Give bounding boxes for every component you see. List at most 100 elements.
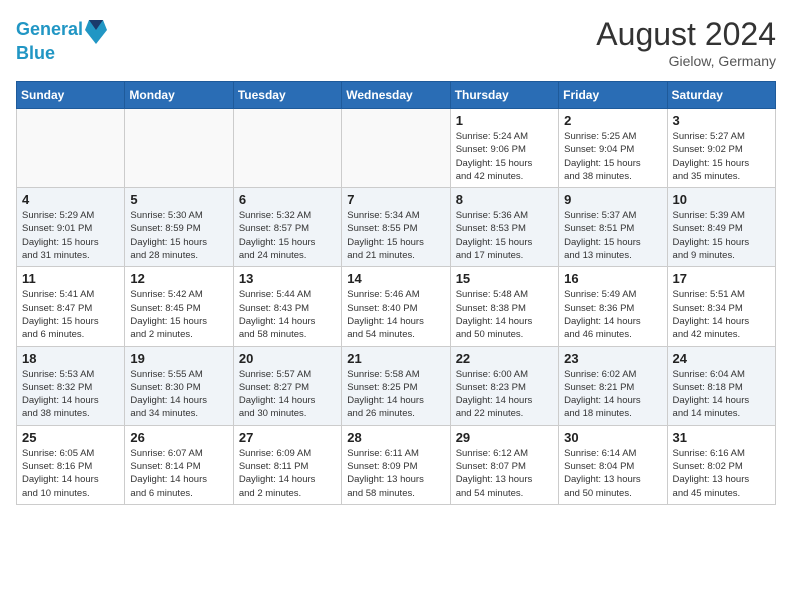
day-info: Sunrise: 5:37 AM Sunset: 8:51 PM Dayligh… [564,209,661,262]
day-number: 23 [564,351,661,366]
day-number: 15 [456,271,553,286]
day-number: 22 [456,351,553,366]
logo-text: General Blue [16,16,109,64]
day-number: 7 [347,192,444,207]
calendar-cell: 27 Sunrise: 6:09 AM Sunset: 8:11 PM Dayli… [233,425,341,504]
day-number: 19 [130,351,227,366]
calendar-cell: 30 Sunrise: 6:14 AM Sunset: 8:04 PM Dayli… [559,425,667,504]
calendar-cell: 9Sunrise: 5:37 AM Sunset: 8:51 PM Daylig… [559,188,667,267]
day-info: Sunrise: 6:07 AM Sunset: 8:14 PM Dayligh… [130,447,227,500]
weekday-header-tuesday: Tuesday [233,82,341,109]
day-number: 10 [673,192,770,207]
day-info: Sunrise: 5:48 AM Sunset: 8:38 PM Dayligh… [456,288,553,341]
day-info: Sunrise: 6:11 AM Sunset: 8:09 PM Dayligh… [347,447,444,500]
calendar-cell: 16 Sunrise: 5:49 AM Sunset: 8:36 PM Dayli… [559,267,667,346]
day-info: Sunrise: 5:39 AM Sunset: 8:49 PM Dayligh… [673,209,770,262]
day-number: 28 [347,430,444,445]
calendar-cell: 10 Sunrise: 5:39 AM Sunset: 8:49 PM Dayli… [667,188,775,267]
calendar-cell: 28 Sunrise: 6:11 AM Sunset: 8:09 PM Dayli… [342,425,450,504]
calendar-cell: 2 Sunrise: 5:25 AM Sunset: 9:04 PM Daylig… [559,109,667,188]
day-info: Sunrise: 5:51 AM Sunset: 8:34 PM Dayligh… [673,288,770,341]
calendar-cell: 1 Sunrise: 5:24 AM Sunset: 9:06 PM Daylig… [450,109,558,188]
calendar-cell: 26 Sunrise: 6:07 AM Sunset: 8:14 PM Dayli… [125,425,233,504]
calendar-week-row: 18 Sunrise: 5:53 AM Sunset: 8:32 PM Dayli… [17,346,776,425]
day-info: Sunrise: 5:49 AM Sunset: 8:36 PM Dayligh… [564,288,661,341]
day-number: 4 [22,192,119,207]
day-info: Sunrise: 5:24 AM Sunset: 9:06 PM Dayligh… [456,130,553,183]
calendar-cell [233,109,341,188]
day-info: Sunrise: 5:25 AM Sunset: 9:04 PM Dayligh… [564,130,661,183]
calendar-cell: 11 Sunrise: 5:41 AM Sunset: 8:47 PM Dayli… [17,267,125,346]
day-info: Sunrise: 5:55 AM Sunset: 8:30 PM Dayligh… [130,368,227,421]
calendar-cell: 15 Sunrise: 5:48 AM Sunset: 8:38 PM Dayli… [450,267,558,346]
calendar-cell: 6Sunrise: 5:32 AM Sunset: 8:57 PM Daylig… [233,188,341,267]
day-number: 18 [22,351,119,366]
day-number: 26 [130,430,227,445]
day-number: 2 [564,113,661,128]
weekday-header-sunday: Sunday [17,82,125,109]
calendar-cell: 17 Sunrise: 5:51 AM Sunset: 8:34 PM Dayli… [667,267,775,346]
day-number: 5 [130,192,227,207]
day-info: Sunrise: 5:27 AM Sunset: 9:02 PM Dayligh… [673,130,770,183]
day-number: 17 [673,271,770,286]
calendar-cell [17,109,125,188]
day-info: Sunrise: 5:46 AM Sunset: 8:40 PM Dayligh… [347,288,444,341]
day-number: 13 [239,271,336,286]
day-info: Sunrise: 6:00 AM Sunset: 8:23 PM Dayligh… [456,368,553,421]
day-info: Sunrise: 6:16 AM Sunset: 8:02 PM Dayligh… [673,447,770,500]
weekday-header-thursday: Thursday [450,82,558,109]
calendar-cell: 18 Sunrise: 5:53 AM Sunset: 8:32 PM Dayli… [17,346,125,425]
calendar-week-row: 11 Sunrise: 5:41 AM Sunset: 8:47 PM Dayli… [17,267,776,346]
calendar-cell: 14 Sunrise: 5:46 AM Sunset: 8:40 PM Dayli… [342,267,450,346]
calendar-cell: 24Sunrise: 6:04 AM Sunset: 8:18 PM Dayli… [667,346,775,425]
calendar-cell [342,109,450,188]
day-number: 16 [564,271,661,286]
location: Gielow, Germany [596,53,776,69]
day-number: 1 [456,113,553,128]
day-info: Sunrise: 6:02 AM Sunset: 8:21 PM Dayligh… [564,368,661,421]
day-info: Sunrise: 6:05 AM Sunset: 8:16 PM Dayligh… [22,447,119,500]
title-block: August 2024 Gielow, Germany [596,16,776,69]
day-number: 11 [22,271,119,286]
page-header: General Blue August 2024 Gielow, Germany [16,16,776,69]
day-info: Sunrise: 5:30 AM Sunset: 8:59 PM Dayligh… [130,209,227,262]
calendar-cell: 22 Sunrise: 6:00 AM Sunset: 8:23 PM Dayli… [450,346,558,425]
day-number: 3 [673,113,770,128]
day-number: 21 [347,351,444,366]
calendar-cell: 12Sunrise: 5:42 AM Sunset: 8:45 PM Dayli… [125,267,233,346]
calendar-cell: 31 Sunrise: 6:16 AM Sunset: 8:02 PM Dayli… [667,425,775,504]
day-number: 31 [673,430,770,445]
month-year: August 2024 [596,16,776,53]
weekday-header-friday: Friday [559,82,667,109]
day-info: Sunrise: 5:29 AM Sunset: 9:01 PM Dayligh… [22,209,119,262]
calendar-week-row: 1 Sunrise: 5:24 AM Sunset: 9:06 PM Daylig… [17,109,776,188]
day-info: Sunrise: 6:12 AM Sunset: 8:07 PM Dayligh… [456,447,553,500]
calendar-cell: 5 Sunrise: 5:30 AM Sunset: 8:59 PM Daylig… [125,188,233,267]
day-info: Sunrise: 5:41 AM Sunset: 8:47 PM Dayligh… [22,288,119,341]
calendar-cell: 4 Sunrise: 5:29 AM Sunset: 9:01 PM Daylig… [17,188,125,267]
weekday-header-saturday: Saturday [667,82,775,109]
weekday-header-monday: Monday [125,82,233,109]
day-number: 30 [564,430,661,445]
day-number: 29 [456,430,553,445]
calendar-table: SundayMondayTuesdayWednesdayThursdayFrid… [16,81,776,505]
calendar-cell: 13Sunrise: 5:44 AM Sunset: 8:43 PM Dayli… [233,267,341,346]
calendar-cell: 20Sunrise: 5:57 AM Sunset: 8:27 PM Dayli… [233,346,341,425]
day-info: Sunrise: 6:09 AM Sunset: 8:11 PM Dayligh… [239,447,336,500]
calendar-cell: 3 Sunrise: 5:27 AM Sunset: 9:02 PM Daylig… [667,109,775,188]
day-info: Sunrise: 5:53 AM Sunset: 8:32 PM Dayligh… [22,368,119,421]
day-number: 8 [456,192,553,207]
day-number: 6 [239,192,336,207]
calendar-cell: 7Sunrise: 5:34 AM Sunset: 8:55 PM Daylig… [342,188,450,267]
calendar-week-row: 4 Sunrise: 5:29 AM Sunset: 9:01 PM Daylig… [17,188,776,267]
day-info: Sunrise: 6:14 AM Sunset: 8:04 PM Dayligh… [564,447,661,500]
day-number: 14 [347,271,444,286]
day-info: Sunrise: 5:57 AM Sunset: 8:27 PM Dayligh… [239,368,336,421]
day-number: 12 [130,271,227,286]
day-number: 24 [673,351,770,366]
calendar-cell: 25Sunrise: 6:05 AM Sunset: 8:16 PM Dayli… [17,425,125,504]
calendar-week-row: 25Sunrise: 6:05 AM Sunset: 8:16 PM Dayli… [17,425,776,504]
day-number: 27 [239,430,336,445]
weekday-header-row: SundayMondayTuesdayWednesdayThursdayFrid… [17,82,776,109]
calendar-cell [125,109,233,188]
